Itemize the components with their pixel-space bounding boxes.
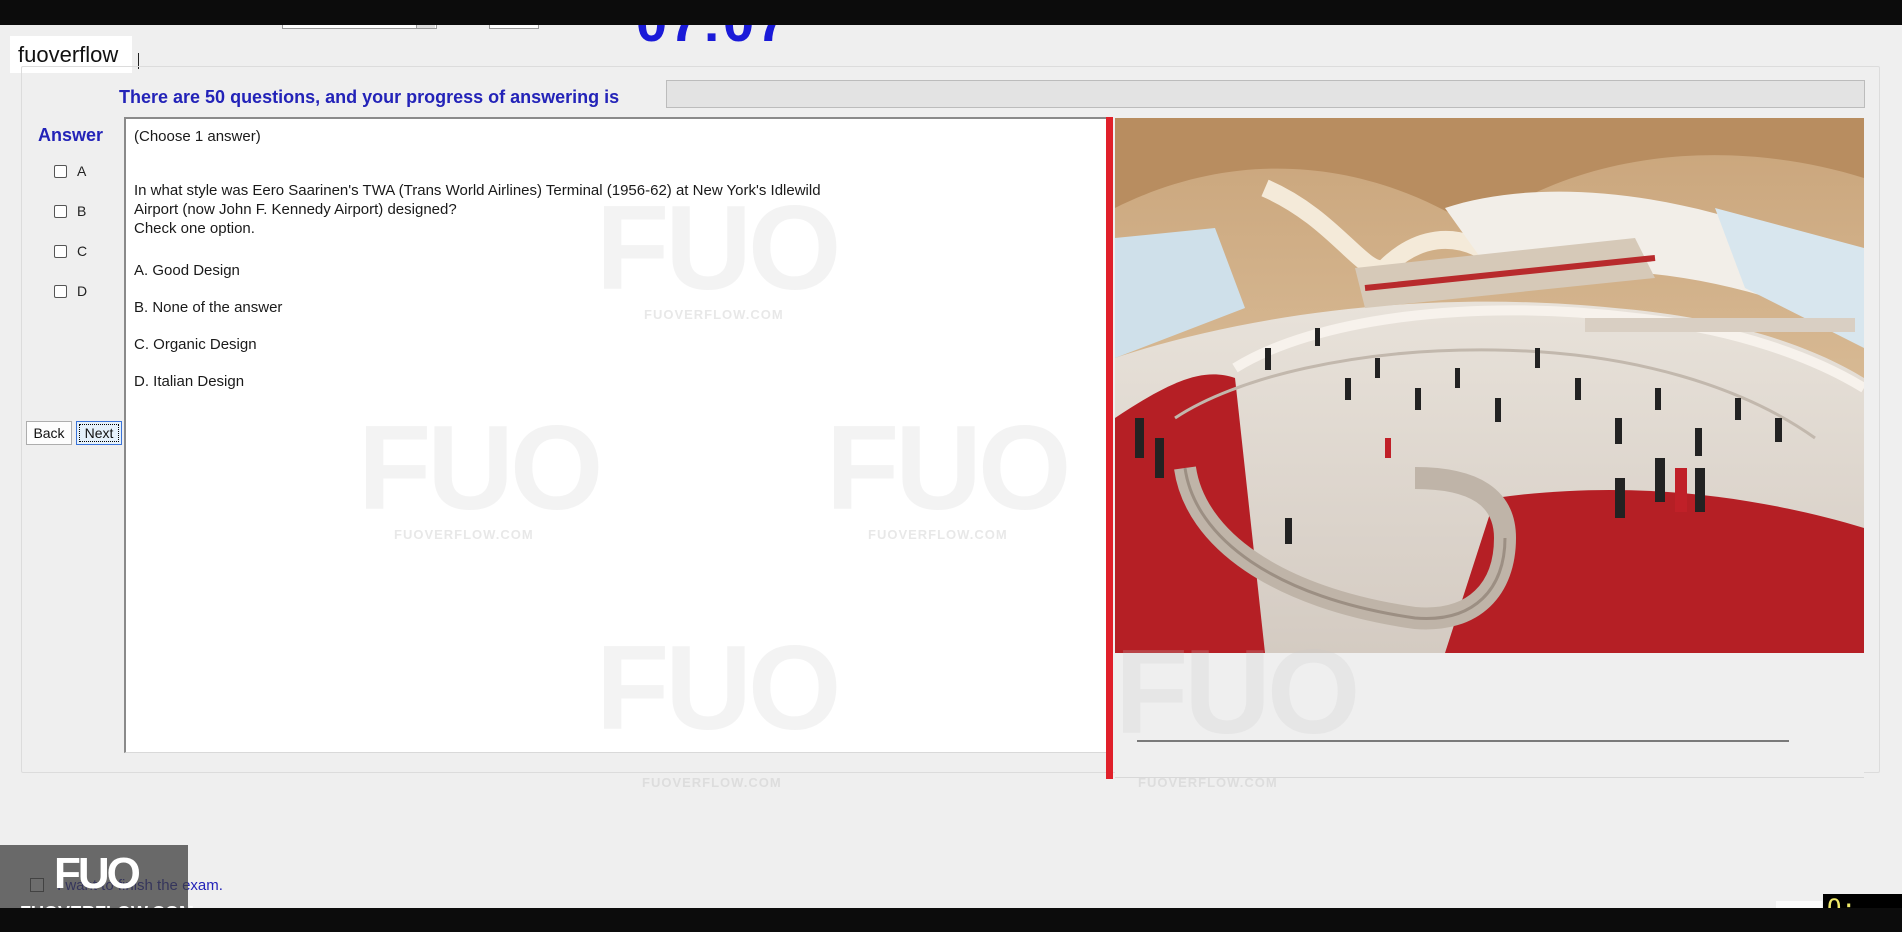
question-image: [1115, 118, 1864, 653]
answer-option-label: C: [77, 243, 88, 259]
checkbox[interactable]: [54, 204, 67, 218]
watermark-site: FUOVERFLOW.COM: [644, 307, 784, 322]
checkbox[interactable]: [54, 244, 67, 258]
question-line: In what style was Eero Saarinen's TWA (T…: [134, 182, 821, 199]
panel-divider[interactable]: [1106, 117, 1113, 779]
watermark-site: FUOVERFLOW.COM: [394, 527, 534, 542]
exam-window: 07:07 fuoverflow There are 50 questions,…: [0, 25, 1902, 908]
choice-a: A. Good Design: [134, 262, 240, 279]
question-panel: FUO FUOVERFLOW.COM FUO FUOVERFLOW.COM FU…: [124, 117, 1106, 755]
logo-text: FUO: [54, 849, 141, 898]
question-instruction: (Choose 1 answer): [134, 128, 261, 145]
top-dropdown[interactable]: [282, 25, 437, 29]
watermark-logo: FUO: [826, 401, 1071, 535]
horizontal-scrollbar[interactable]: [1137, 740, 1789, 742]
fuo-logo-badge: FUO FUOVERFLOW.COM: [0, 845, 194, 908]
answer-option-d[interactable]: D: [54, 283, 87, 299]
answer-option-a[interactable]: A: [54, 163, 86, 179]
terminal-interior-image: [1115, 118, 1864, 653]
exam-timer: 07:07: [636, 25, 789, 54]
checkbox[interactable]: [54, 284, 67, 298]
progress-bar: [666, 80, 1865, 108]
top-small-field[interactable]: [489, 25, 539, 29]
bottom-letterbox: [0, 908, 1902, 932]
answer-option-c[interactable]: C: [54, 243, 87, 259]
answer-option-label: A: [77, 163, 87, 179]
choice-b: B. None of the answer: [134, 299, 283, 316]
question-line: Airport (now John F. Kennedy Airport) de…: [134, 201, 457, 218]
back-button[interactable]: Back: [26, 421, 72, 445]
answer-option-label: B: [77, 203, 87, 219]
question-counter: Q: 36: [1823, 894, 1902, 908]
question-line: Check one option.: [134, 220, 255, 237]
choice-c: C. Organic Design: [134, 336, 257, 353]
watermark-logo: FUO: [358, 401, 603, 535]
chevron-down-icon[interactable]: [416, 25, 435, 28]
answer-title: Answer: [38, 125, 104, 145]
answer-option-b[interactable]: B: [54, 203, 86, 219]
choice-d: D. Italian Design: [134, 373, 245, 390]
checkbox[interactable]: [54, 164, 67, 178]
watermark-site: FUOVERFLOW.COM: [1138, 775, 1278, 790]
counter-backdrop: [1776, 901, 1822, 908]
watermark-logo: FUO: [596, 621, 841, 755]
answer-option-label: D: [77, 283, 88, 299]
watermark-site: FUOVERFLOW.COM: [868, 527, 1008, 542]
next-button[interactable]: Next: [76, 421, 122, 445]
progress-label: There are 50 questions, and your progres…: [119, 87, 620, 107]
watermark-site: FUOVERFLOW.COM: [642, 775, 782, 790]
image-lower-area: FUO: [1115, 625, 1864, 778]
question-text: In what style was Eero Saarinen's TWA (T…: [134, 181, 914, 238]
